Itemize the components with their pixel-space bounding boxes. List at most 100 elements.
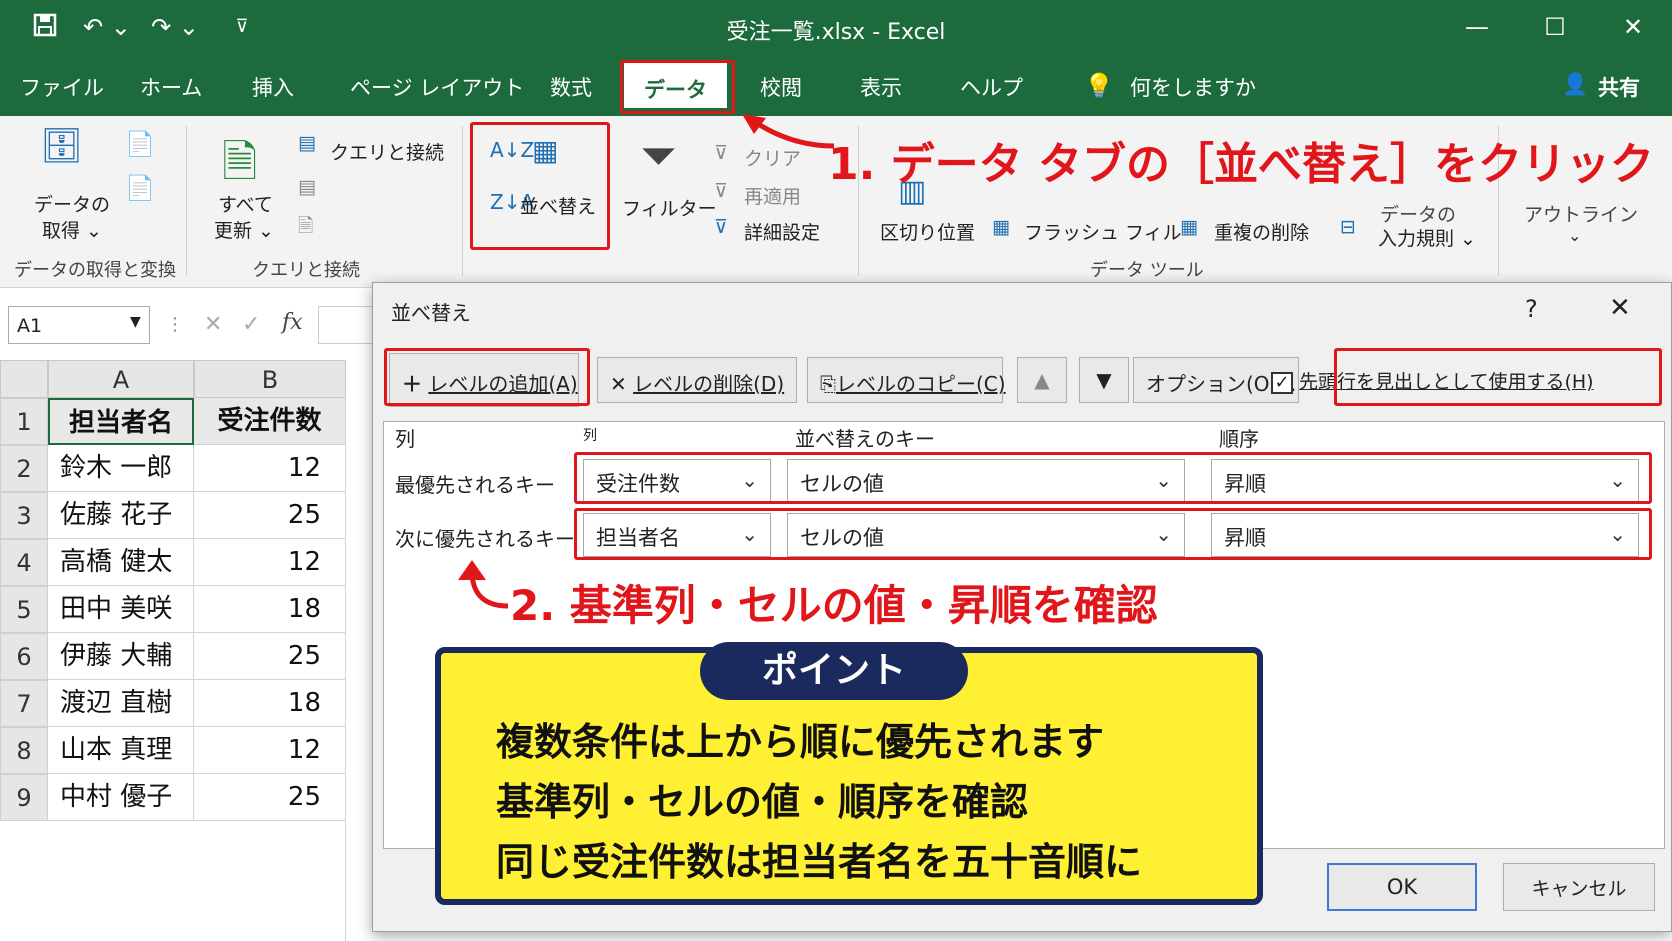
step2-annotation: 2. 基準列・セルの値・昇順を確認 <box>510 581 1158 630</box>
data-validation-icon: ⊟ <box>1340 216 1356 238</box>
remove-duplicates-icon: ▦ <box>1180 216 1198 238</box>
refresh-all-label-2[interactable]: 更新 ⌄ <box>214 216 274 243</box>
remove-duplicates-button[interactable]: 重複の削除 <box>1214 218 1309 245</box>
cell-a[interactable]: 鈴木 一郎 <box>48 445 194 492</box>
tab-help[interactable]: ヘルプ <box>960 72 1023 102</box>
cell-b[interactable]: 12 <box>194 727 346 774</box>
lightbulb-icon: 💡 <box>1084 72 1114 100</box>
data-validation-label-1[interactable]: データの <box>1380 200 1456 227</box>
cell-b[interactable]: 18 <box>194 680 346 727</box>
tab-file[interactable]: ファイル <box>20 72 104 102</box>
queries-connections-button[interactable]: クエリと接続 <box>330 138 444 165</box>
name-box[interactable]: A1 <box>8 306 150 344</box>
flash-fill-icon: ▦ <box>992 216 1010 238</box>
filter-button[interactable]: フィルター <box>622 194 717 221</box>
tab-review[interactable]: 校閲 <box>760 72 802 102</box>
ribbon-tabs: ファイル ホーム 挿入 ページ レイアウト 数式 データ 校閲 表示 ヘルプ 💡… <box>0 54 1672 116</box>
row-header[interactable]: 8 <box>0 727 48 774</box>
tell-me-search[interactable]: 何をしますか <box>1130 72 1256 102</box>
title-bar: ↶ ⌄ ↷ ⌄ ⊽ 受注一覧.xlsx - Excel — ☐ ✕ <box>0 0 1672 54</box>
select-all-corner[interactable] <box>0 360 48 398</box>
minimize-icon[interactable]: — <box>1462 12 1492 42</box>
share-button[interactable]: 共有 <box>1598 72 1640 102</box>
col-header-order: 順序 <box>1219 427 1259 451</box>
get-data-label-2[interactable]: 取得 ⌄ <box>42 216 102 243</box>
dialog-close-icon[interactable]: ✕ <box>1609 293 1631 323</box>
col-header-column: 列 <box>395 427 415 451</box>
confirm-entry-icon[interactable]: ✓ <box>242 312 260 337</box>
row-header[interactable]: 5 <box>0 586 48 633</box>
cell-b[interactable]: 18 <box>194 586 346 633</box>
data-validation-label-2[interactable]: 入力規則 ⌄ <box>1378 224 1476 251</box>
cell-a[interactable]: 高橋 健太 <box>48 539 194 586</box>
cell-a[interactable]: 山本 真理 <box>48 727 194 774</box>
col-header-column-2: 列 <box>583 428 597 444</box>
step1-arrow <box>742 114 835 149</box>
cell-b[interactable]: 12 <box>194 445 346 492</box>
text-to-columns-button[interactable]: 区切り位置 <box>880 218 975 245</box>
row-header[interactable]: 7 <box>0 680 48 727</box>
ok-button[interactable]: OK <box>1327 863 1477 911</box>
reapply-button[interactable]: 再適用 <box>744 182 801 209</box>
maximize-icon[interactable]: ☐ <box>1540 12 1570 42</box>
highlight-data-tab <box>620 60 735 114</box>
name-box-dropdown-icon[interactable]: ▼ <box>130 314 141 330</box>
flash-fill-button[interactable]: フラッシュ フィル <box>1024 218 1182 245</box>
outline-button[interactable]: アウトライン <box>1524 200 1638 227</box>
cancel-button[interactable]: キャンセル <box>1503 863 1655 911</box>
tab-page-layout[interactable]: ページ レイアウト <box>350 72 524 102</box>
delete-icon: ✕ <box>610 372 627 396</box>
row-header[interactable]: 3 <box>0 492 48 539</box>
window-title: 受注一覧.xlsx - Excel <box>726 20 946 45</box>
delete-level-button[interactable]: ✕ レベルの削除(D) <box>597 357 797 403</box>
highlight-header-checkbox <box>1334 348 1662 406</box>
row-header[interactable]: 2 <box>0 445 48 492</box>
column-header-b[interactable]: B <box>194 360 346 398</box>
cell-a[interactable]: 佐藤 花子 <box>48 492 194 539</box>
tab-home[interactable]: ホーム <box>140 72 202 102</box>
from-web-icon: 📄 <box>125 174 155 202</box>
advanced-button[interactable]: 詳細設定 <box>744 218 820 245</box>
cell-b[interactable]: 25 <box>194 774 346 821</box>
point-title: ポイント <box>700 642 968 700</box>
copy-icon: ⎘ <box>820 372 836 396</box>
queries-icon: ▤ <box>298 132 316 154</box>
properties-icon[interactable]: ▤ <box>298 176 316 198</box>
row-header[interactable]: 1 <box>0 398 48 445</box>
tab-view[interactable]: 表示 <box>860 72 902 102</box>
cell-b[interactable]: 25 <box>194 492 346 539</box>
header-cell-b[interactable]: 受注件数 <box>194 398 346 445</box>
row-header[interactable]: 6 <box>0 633 48 680</box>
cell-b[interactable]: 25 <box>194 633 346 680</box>
cell-a[interactable]: 中村 優子 <box>48 774 194 821</box>
formula-bar-grip-icon: ⋮ <box>166 314 184 335</box>
delete-level-label: レベルの削除(D) <box>633 372 785 396</box>
move-up-button[interactable]: ▲ <box>1017 357 1067 403</box>
copy-level-button[interactable]: ⎘レベルのコピー(C) <box>807 357 1006 403</box>
insert-function-icon[interactable]: fx <box>282 310 303 335</box>
outline-chevron-icon: ⌄ <box>1568 226 1582 245</box>
get-data-label-1[interactable]: データの <box>34 190 110 217</box>
tab-insert[interactable]: 挿入 <box>252 72 294 102</box>
share-icon[interactable]: 👤 <box>1562 72 1588 97</box>
close-icon[interactable]: ✕ <box>1618 12 1648 42</box>
tab-formulas[interactable]: 数式 <box>550 72 592 102</box>
clear-filter-icon: ⊽ <box>714 142 728 164</box>
empty-rows <box>0 821 346 941</box>
cell-b[interactable]: 12 <box>194 539 346 586</box>
group-get-transform: データの取得と変換 <box>14 260 176 281</box>
cell-a[interactable]: 渡辺 直樹 <box>48 680 194 727</box>
header-checkbox-icon[interactable]: ✓ <box>1271 371 1293 394</box>
cell-a[interactable]: 伊藤 大輔 <box>48 633 194 680</box>
row-header[interactable]: 4 <box>0 539 48 586</box>
cancel-entry-icon[interactable]: ✕ <box>204 312 222 337</box>
column-header-a[interactable]: A <box>48 360 194 398</box>
refresh-all-label-1[interactable]: すべて <box>218 190 273 217</box>
edit-links-icon[interactable]: 🗎 <box>298 212 313 244</box>
row-header[interactable]: 9 <box>0 774 48 821</box>
move-down-button[interactable]: ▼ <box>1079 357 1129 403</box>
header-cell-a[interactable]: 担当者名 <box>48 398 194 445</box>
help-icon[interactable]: ? <box>1525 295 1538 323</box>
formula-input[interactable] <box>318 306 378 344</box>
cell-a[interactable]: 田中 美咲 <box>48 586 194 633</box>
